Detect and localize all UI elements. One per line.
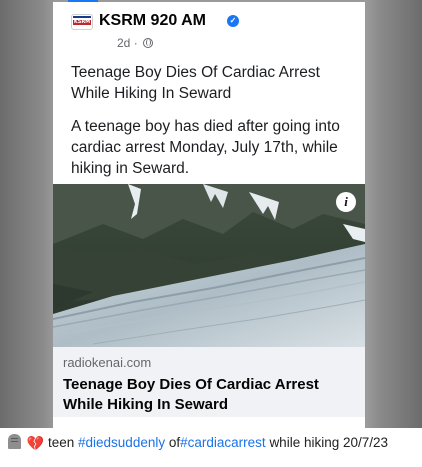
facebook-post-card: KSRM KSRM 920 AM ✓ 2d · Teenage Boy Dies… bbox=[53, 2, 365, 428]
post-timestamp[interactable]: 2d bbox=[117, 36, 130, 50]
headstone-icon bbox=[8, 434, 21, 449]
link-title[interactable]: Teenage Boy Dies Of Cardiac Arrest While… bbox=[63, 375, 353, 415]
verified-badge-icon: ✓ bbox=[227, 15, 239, 27]
post-header: KSRM KSRM 920 AM ✓ 2d · bbox=[71, 12, 351, 52]
avatar-stripe bbox=[73, 16, 91, 18]
hashtag-diedsuddenly[interactable]: #diedsuddenly bbox=[78, 435, 165, 450]
page-name-link[interactable]: KSRM 920 AM bbox=[99, 12, 206, 30]
post-meta: 2d · bbox=[117, 36, 154, 50]
screenshot-backdrop: KSRM KSRM 920 AM ✓ 2d · Teenage Boy Dies… bbox=[0, 0, 422, 428]
caption-rest: while hiking 20/7/23 bbox=[269, 435, 389, 450]
meta-separator: · bbox=[133, 36, 138, 50]
link-preview-image[interactable]: i bbox=[53, 184, 365, 347]
page-avatar[interactable]: KSRM bbox=[71, 14, 93, 30]
link-preview-footer[interactable]: radiokenai.com Teenage Boy Dies Of Cardi… bbox=[53, 347, 365, 417]
globe-icon[interactable] bbox=[143, 38, 154, 48]
post-paragraph-2: A teenage boy has died after going into … bbox=[71, 118, 340, 177]
link-domain: radiokenai.com bbox=[63, 355, 152, 370]
caption-text: 💔 teen #diedsuddenly of#cardiacarrest wh… bbox=[8, 434, 418, 454]
glacier-photo bbox=[53, 184, 365, 347]
post-body-text: Teenage Boy Dies Of Cardiac Arrest While… bbox=[71, 62, 357, 191]
post-paragraph-1: Teenage Boy Dies Of Cardiac Arrest While… bbox=[71, 64, 320, 102]
info-icon[interactable]: i bbox=[336, 192, 356, 212]
broken-heart-icon: 💔 bbox=[26, 435, 45, 451]
avatar-logo-text: KSRM bbox=[73, 19, 91, 25]
hashtag-cardiacarrest[interactable]: #cardiacarrest bbox=[180, 435, 266, 450]
caption-word-of: of bbox=[168, 435, 181, 450]
caption-word-teen: teen bbox=[47, 435, 75, 450]
